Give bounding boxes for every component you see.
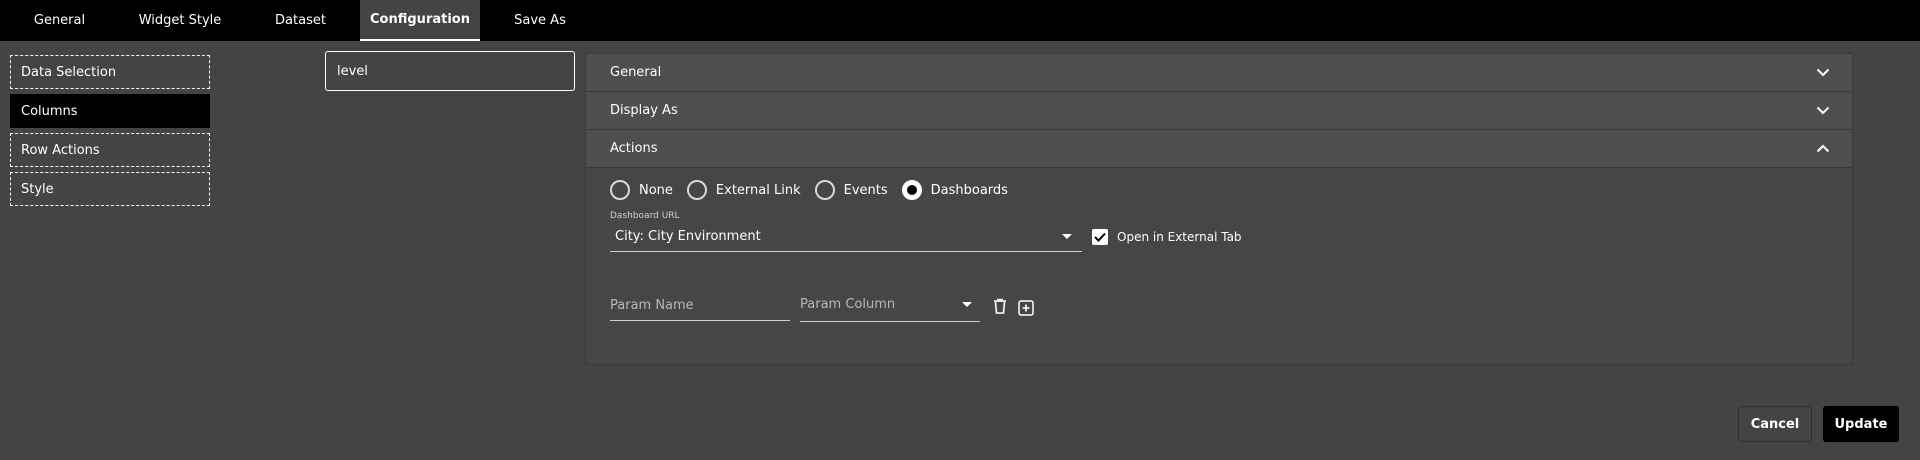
radio-button[interactable] <box>610 180 630 200</box>
checkbox-checked-icon[interactable] <box>1092 229 1108 245</box>
accordion-general-title: General <box>610 65 662 80</box>
radio-label: External Link <box>715 182 801 198</box>
add-param-icon[interactable] <box>1017 299 1035 317</box>
param-name-input[interactable] <box>610 291 790 321</box>
param-column-placeholder: Param Column <box>800 297 896 312</box>
menu-item-data-selection[interactable]: Data Selection <box>10 55 210 89</box>
menu-item-columns[interactable]: Columns <box>10 94 210 128</box>
menu-item-row-actions[interactable]: Row Actions <box>10 133 210 167</box>
open-external-tab-label: Open in External Tab <box>1117 230 1242 244</box>
menu-item-style[interactable]: Style <box>10 172 210 206</box>
column-settings-panel: General Display As Actions None External… <box>585 53 1853 365</box>
tab-dataset[interactable]: Dataset <box>241 0 360 41</box>
radio-option-events[interactable]: Events <box>814 180 894 200</box>
dashboard-url-value: City: City Environment <box>615 229 761 244</box>
tab-save-as[interactable]: Save As <box>480 0 600 41</box>
radio-option-external-link[interactable]: External Link <box>686 180 807 200</box>
dashboard-url-label: Dashboard URL <box>610 211 680 221</box>
tab-configuration[interactable]: Configuration <box>360 0 480 41</box>
cancel-button[interactable]: Cancel <box>1738 406 1812 442</box>
radio-option-none[interactable]: None <box>610 180 679 200</box>
radio-option-dashboards[interactable]: Dashboards <box>901 180 1008 200</box>
caret-down-icon <box>962 302 972 307</box>
top-tab-bar: General Widget Style Dataset Configurati… <box>0 0 1920 41</box>
accordion-display-as-header[interactable]: Display As <box>586 92 1852 130</box>
radio-button[interactable] <box>686 180 707 200</box>
radio-label: None <box>639 182 673 198</box>
radio-button[interactable] <box>814 180 835 200</box>
update-button[interactable]: Update <box>1823 406 1899 442</box>
dashboard-url-select[interactable]: City: City Environment <box>610 222 1082 252</box>
config-side-menu: Data Selection Columns Row Actions Style <box>10 55 210 211</box>
column-list-item[interactable]: level <box>325 51 575 91</box>
open-external-tab-toggle[interactable]: Open in External Tab <box>1092 229 1242 245</box>
chevron-down-icon <box>1816 66 1830 80</box>
accordion-general-header[interactable]: General <box>586 54 1852 92</box>
accordion-actions-title: Actions <box>610 141 658 156</box>
action-type-radio-group: None External Link Events Dashboards <box>610 180 1016 200</box>
chevron-down-icon <box>1816 104 1830 118</box>
accordion-actions-body: None External Link Events Dashboards Das… <box>586 168 1852 365</box>
chevron-up-icon <box>1816 142 1830 156</box>
trash-icon[interactable] <box>991 297 1009 315</box>
radio-button-selected[interactable] <box>901 180 922 200</box>
tab-widget-style[interactable]: Widget Style <box>119 0 241 41</box>
radio-label: Events <box>843 182 888 198</box>
radio-label: Dashboards <box>930 182 1008 198</box>
tab-general[interactable]: General <box>0 0 119 41</box>
accordion-display-as-title: Display As <box>610 103 678 118</box>
accordion-actions-header[interactable]: Actions <box>586 130 1852 168</box>
param-column-select[interactable]: Param Column <box>800 288 980 322</box>
caret-down-icon <box>1062 234 1072 239</box>
